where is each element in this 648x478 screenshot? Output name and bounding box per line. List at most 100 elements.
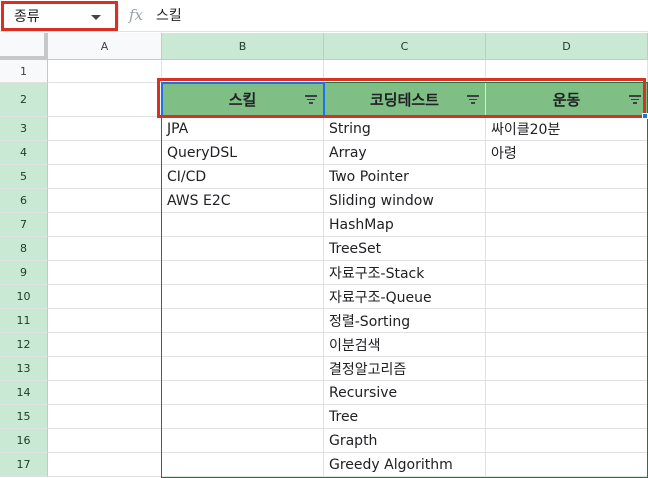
cell-c9[interactable]: 자료구조-Stack (324, 261, 486, 285)
cell-d7[interactable] (486, 213, 648, 237)
cell-a8[interactable] (48, 237, 162, 261)
cell-d3[interactable]: 싸이클20분 (486, 117, 648, 141)
cell-c10[interactable]: 자료구조-Queue (324, 285, 486, 309)
header-cell-c[interactable]: 코딩테스트 (324, 83, 486, 116)
cell-d14[interactable] (486, 381, 648, 405)
cell-a7[interactable] (48, 213, 162, 237)
column-header-a[interactable]: A (48, 33, 162, 60)
cell-d16[interactable] (486, 429, 648, 453)
cell-b16[interactable] (162, 429, 324, 453)
row-header-17[interactable]: 17 (0, 453, 48, 477)
cell-b14[interactable] (162, 381, 324, 405)
cell-d4[interactable]: 아령 (486, 141, 648, 165)
cell-b17[interactable] (162, 453, 324, 477)
cell-c11[interactable]: 정렬-Sorting (324, 309, 486, 333)
cell-b3[interactable]: JPA (162, 117, 324, 141)
cell-c4[interactable]: Array (324, 141, 486, 165)
cell-c13[interactable]: 결정알고리즘 (324, 357, 486, 381)
cell-b1[interactable] (162, 60, 324, 83)
cell-d17[interactable] (486, 453, 648, 477)
cell-c7[interactable]: HashMap (324, 213, 486, 237)
cell-c5[interactable]: Two Pointer (324, 165, 486, 189)
cell-a6[interactable] (48, 189, 162, 213)
row-header-13[interactable]: 13 (0, 357, 48, 381)
cell-b8[interactable] (162, 237, 324, 261)
cell-a3[interactable] (48, 117, 162, 141)
row-header-9[interactable]: 9 (0, 261, 48, 285)
cell-b15[interactable] (162, 405, 324, 429)
row-header-4[interactable]: 4 (0, 141, 48, 165)
cell-a16[interactable] (48, 429, 162, 453)
cell-c15[interactable]: Tree (324, 405, 486, 429)
header-label-coding-test: 코딩테스트 (369, 90, 439, 109)
row-header-1[interactable]: 1 (0, 60, 48, 83)
chevron-down-icon[interactable] (91, 15, 101, 20)
column-header-b[interactable]: B (162, 33, 324, 60)
row-header-10[interactable]: 10 (0, 285, 48, 309)
cell-c17[interactable]: Greedy Algorithm (324, 453, 486, 477)
row-header-16[interactable]: 16 (0, 429, 48, 453)
cell-d1[interactable] (486, 60, 648, 83)
header-label-exercise: 운동 (552, 90, 581, 109)
row-header-2[interactable]: 2 (0, 83, 48, 117)
cell-b4[interactable]: QueryDSL (162, 141, 324, 165)
cell-d6[interactable] (486, 189, 648, 213)
row-header-5[interactable]: 5 (0, 165, 48, 189)
row-header-3[interactable]: 3 (0, 117, 48, 141)
cell-a5[interactable] (48, 165, 162, 189)
header-cell-d[interactable]: 운동 (486, 83, 648, 116)
cell-b6[interactable]: AWS E2C (162, 189, 324, 213)
column-header-c[interactable]: C (324, 33, 486, 60)
cell-c16[interactable]: Grapth (324, 429, 486, 453)
cell-a2[interactable] (48, 83, 162, 117)
cell-a12[interactable] (48, 333, 162, 357)
cell-c8[interactable]: TreeSet (324, 237, 486, 261)
row-header-6[interactable]: 6 (0, 189, 48, 213)
cell-b13[interactable] (162, 357, 324, 381)
name-box[interactable]: 종류 (1, 1, 118, 31)
cell-d15[interactable] (486, 405, 648, 429)
cell-d10[interactable] (486, 285, 648, 309)
filter-icon[interactable] (305, 95, 317, 105)
cell-a14[interactable] (48, 381, 162, 405)
row-header-8[interactable]: 8 (0, 237, 48, 261)
cell-b12[interactable] (162, 333, 324, 357)
cell-d11[interactable] (486, 309, 648, 333)
header-cell-b[interactable]: 스킬 (162, 83, 324, 116)
cell-a10[interactable] (48, 285, 162, 309)
row-header-15[interactable]: 15 (0, 405, 48, 429)
column-header-d[interactable]: D (486, 33, 648, 60)
cell-b7[interactable] (162, 213, 324, 237)
cell-a11[interactable] (48, 309, 162, 333)
cell-a9[interactable] (48, 261, 162, 285)
cell-c14[interactable]: Recursive (324, 381, 486, 405)
cell-a15[interactable] (48, 405, 162, 429)
cell-a4[interactable] (48, 141, 162, 165)
cell-c1[interactable] (324, 60, 486, 83)
cell-c3[interactable]: String (324, 117, 486, 141)
formula-input[interactable]: 스킬 (156, 5, 182, 25)
filter-icon[interactable] (629, 95, 641, 105)
select-all-corner[interactable] (0, 33, 48, 60)
cell-d8[interactable] (486, 237, 648, 261)
formula-bar-divider (118, 4, 119, 28)
cell-d13[interactable] (486, 357, 648, 381)
row-header-14[interactable]: 14 (0, 381, 48, 405)
cell-d12[interactable] (486, 333, 648, 357)
cell-b9[interactable] (162, 261, 324, 285)
cell-a1[interactable] (48, 60, 162, 83)
row-header-7[interactable]: 7 (0, 213, 48, 237)
row-header-11[interactable]: 11 (0, 309, 48, 333)
fill-handle[interactable] (642, 113, 648, 119)
cell-c6[interactable]: Sliding window (324, 189, 486, 213)
filter-icon[interactable] (467, 95, 479, 105)
cell-c12[interactable]: 이분검색 (324, 333, 486, 357)
cell-a17[interactable] (48, 453, 162, 477)
row-header-12[interactable]: 12 (0, 333, 48, 357)
cell-a13[interactable] (48, 357, 162, 381)
cell-b5[interactable]: CI/CD (162, 165, 324, 189)
cell-d9[interactable] (486, 261, 648, 285)
cell-d5[interactable] (486, 165, 648, 189)
cell-b11[interactable] (162, 309, 324, 333)
cell-b10[interactable] (162, 285, 324, 309)
